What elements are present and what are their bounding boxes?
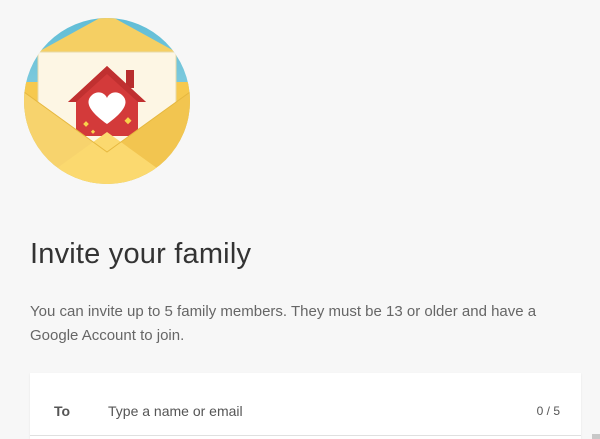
envelope-house-heart-icon xyxy=(24,18,190,184)
recipient-counter: 0 / 5 xyxy=(536,404,560,418)
page-scrollbar[interactable] xyxy=(592,434,600,439)
to-label: To xyxy=(54,403,71,419)
field-underline xyxy=(30,435,581,436)
recipient-field-card: To 0 / 5 xyxy=(30,373,581,439)
recipient-input[interactable] xyxy=(108,399,488,423)
page-title: Invite your family xyxy=(30,238,252,270)
invite-description: You can invite up to 5 family members. T… xyxy=(30,303,537,344)
family-invite-illustration xyxy=(18,12,196,190)
